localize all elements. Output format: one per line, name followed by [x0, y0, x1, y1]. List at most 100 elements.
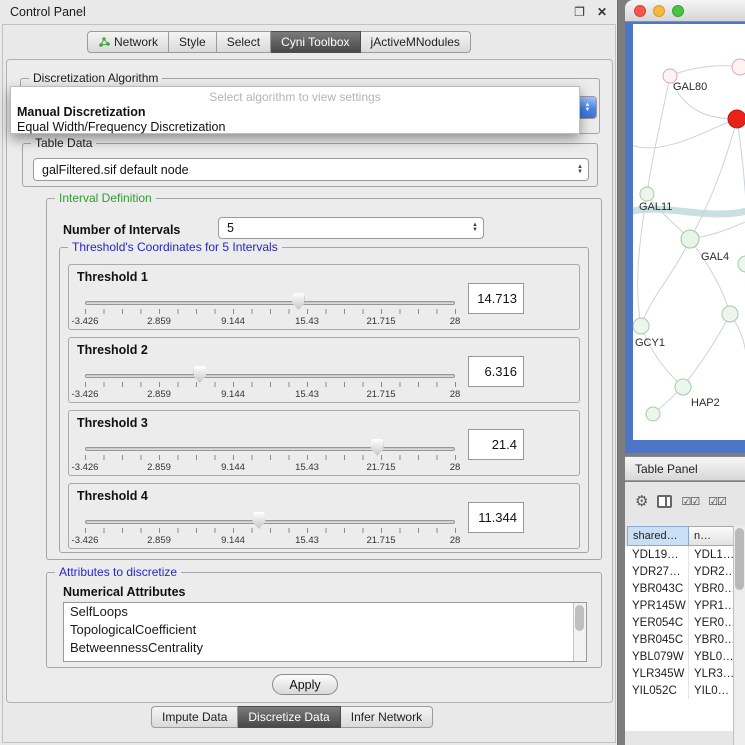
tab-select[interactable]: Select [217, 31, 271, 53]
table-scrollbar[interactable] [733, 526, 745, 745]
attribute-item[interactable]: BetweennessCentrality [64, 639, 586, 657]
control-panel-window: Control Panel ❐ ✕ NetworkStyleSelectCyni… [0, 0, 618, 745]
columns-icon[interactable] [657, 495, 672, 508]
tab-jactivemnodules[interactable]: jActiveMNodules [361, 31, 471, 53]
table-row[interactable]: YLR345WYLR3… [627, 665, 745, 682]
table-row[interactable]: YPR145WYPR1… [627, 597, 745, 614]
combo-stepper-icon[interactable]: ▲▼ [579, 97, 596, 118]
attribute-item[interactable]: SelfLoops [64, 603, 586, 621]
network-window-titlebar[interactable] [625, 0, 745, 22]
slider-track[interactable] [85, 374, 455, 378]
network-graph[interactable]: GAL80 GAL11 GAL4 GCY1 HAP2 [633, 24, 745, 440]
control-panel-titlebar[interactable]: Control Panel ❐ ✕ [0, 0, 617, 24]
slider-track[interactable] [85, 447, 455, 451]
threshold-label: Threshold 2 [77, 343, 148, 357]
node-label: GAL80 [673, 81, 707, 93]
apply-button[interactable]: Apply [272, 674, 338, 695]
combo-stepper-icon[interactable]: ▲▼ [467, 223, 483, 233]
slider-thumb[interactable] [371, 439, 384, 456]
tab-discretize-data[interactable]: Discretize Data [238, 706, 340, 728]
dropdown-hint: Select algorithm to view settings [11, 90, 579, 105]
network-node[interactable] [640, 187, 654, 201]
network-node-selected[interactable] [728, 110, 745, 128]
tab-style[interactable]: Style [169, 31, 217, 53]
tab-impute-data[interactable]: Impute Data [151, 706, 238, 728]
table-row[interactable]: YBL079WYBL0… [627, 648, 745, 665]
dropdown-option-equal-width-frequency[interactable]: Equal Width/Frequency Discretization [11, 120, 579, 135]
close-window-icon[interactable]: ✕ [597, 5, 607, 19]
network-node[interactable] [646, 407, 660, 421]
network-nodes [633, 59, 745, 421]
threshold-value-field[interactable]: 14.713 [468, 283, 524, 314]
threshold-slider[interactable]: -3.4262.8599.14415.4321.71528 [85, 435, 455, 475]
table-row[interactable]: YER054CYER0… [627, 614, 745, 631]
network-node[interactable] [732, 59, 745, 75]
thresholds-group: Threshold's Coordinates for 5 Intervals … [59, 247, 589, 553]
table-row[interactable]: YDR27…YDR2… [627, 563, 745, 580]
scale-label: 28 [450, 535, 461, 546]
tab-label: Infer Network [351, 710, 422, 724]
tab-cyni-toolbox[interactable]: Cyni Toolbox [271, 31, 360, 53]
scrollbar-thumb[interactable] [575, 605, 584, 631]
tab-infer-network[interactable]: Infer Network [341, 706, 433, 728]
numerical-attributes-heading: Numerical Attributes [63, 585, 185, 599]
table-cell: YBR043C [627, 580, 689, 597]
slider-track[interactable] [85, 301, 455, 305]
control-panel-body: NetworkStyleSelectCyni ToolboxjActiveMNo… [2, 24, 616, 743]
network-node[interactable] [722, 306, 738, 322]
dropdown-option-manual-discretization[interactable]: Manual Discretization [11, 105, 579, 120]
gear-icon[interactable]: ⚙ [635, 492, 648, 510]
slider-thumb[interactable] [292, 293, 305, 310]
desktop: Control Panel ❐ ✕ NetworkStyleSelectCyni… [0, 0, 745, 745]
scale-label: 9.144 [221, 389, 245, 400]
table-header-row: shared…n… [627, 526, 745, 546]
network-node[interactable] [675, 379, 691, 395]
table-panel-titlebar[interactable]: Table Panel [625, 456, 745, 481]
table-cell: YDR27… [627, 563, 689, 580]
number-of-intervals-select[interactable]: 5 ▲▼ [218, 217, 484, 239]
threshold-value-field[interactable]: 21.4 [468, 429, 524, 460]
top-tab-bar: NetworkStyleSelectCyni ToolboxjActiveMNo… [87, 31, 471, 53]
minimize-traffic-light-icon[interactable] [653, 5, 665, 17]
slider-track[interactable] [85, 520, 455, 524]
threshold-slider[interactable]: -3.4262.8599.14415.4321.71528 [85, 508, 455, 548]
float-window-icon[interactable]: ❐ [574, 5, 585, 19]
table-row[interactable]: YBR043CYBR0… [627, 580, 745, 597]
cyni-toolbox-panel: Discretization Algorithm ▲▼ Select algor… [6, 59, 613, 703]
threshold-row: Threshold 1 -3.4262.8599.14415.4321.7152… [68, 264, 580, 330]
tab-network[interactable]: Network [87, 31, 169, 53]
threshold-value-field[interactable]: 6.316 [468, 356, 524, 387]
scale-label: -3.426 [72, 316, 99, 327]
zoom-traffic-light-icon[interactable] [672, 5, 684, 17]
table-row[interactable]: YDL19…YDL1… [627, 546, 745, 563]
scrollbar-thumb[interactable] [735, 528, 744, 590]
threshold-label: Threshold 4 [77, 489, 148, 503]
threshold-slider[interactable]: -3.4262.8599.14415.4321.71528 [85, 289, 455, 329]
threshold-row: Threshold 4 -3.4262.8599.14415.4321.7152… [68, 483, 580, 549]
slider-thumb[interactable] [252, 512, 265, 529]
network-node[interactable] [633, 318, 649, 334]
numerical-attributes-list[interactable]: SelfLoopsTopologicalCoefficientBetweenne… [63, 602, 587, 662]
table-data-select[interactable]: galFiltered.sif default node ▲▼ [33, 158, 589, 181]
attributes-scrollbar[interactable] [573, 603, 586, 661]
combo-stepper-icon[interactable]: ▲▼ [572, 165, 588, 175]
table-row[interactable]: YIL052CYIL0… [627, 682, 745, 699]
scale-label: 15.43 [295, 462, 319, 473]
select-partial-icon[interactable]: ☑☑ [708, 495, 726, 508]
number-of-intervals-label: Number of Intervals [63, 223, 180, 237]
threshold-value-field[interactable]: 11.344 [468, 502, 524, 533]
network-node[interactable] [738, 256, 745, 272]
attribute-item[interactable]: TopologicalCoefficient [64, 621, 586, 639]
group-title-thresholds: Threshold's Coordinates for 5 Intervals [68, 240, 282, 254]
select-all-icon[interactable]: ☑☑ [681, 495, 699, 508]
network-node[interactable] [681, 230, 699, 248]
column-header[interactable]: shared… [627, 526, 689, 546]
scale-label: -3.426 [72, 462, 99, 473]
scale-label: 2.859 [147, 462, 171, 473]
network-canvas[interactable]: GAL80 GAL11 GAL4 GCY1 HAP2 [633, 24, 745, 440]
group-title-algorithm: Discretization Algorithm [29, 71, 162, 85]
slider-thumb[interactable] [193, 366, 206, 383]
table-row[interactable]: YBR045CYBR0… [627, 631, 745, 648]
threshold-slider[interactable]: -3.4262.8599.14415.4321.71528 [85, 362, 455, 402]
close-traffic-light-icon[interactable] [634, 5, 646, 17]
